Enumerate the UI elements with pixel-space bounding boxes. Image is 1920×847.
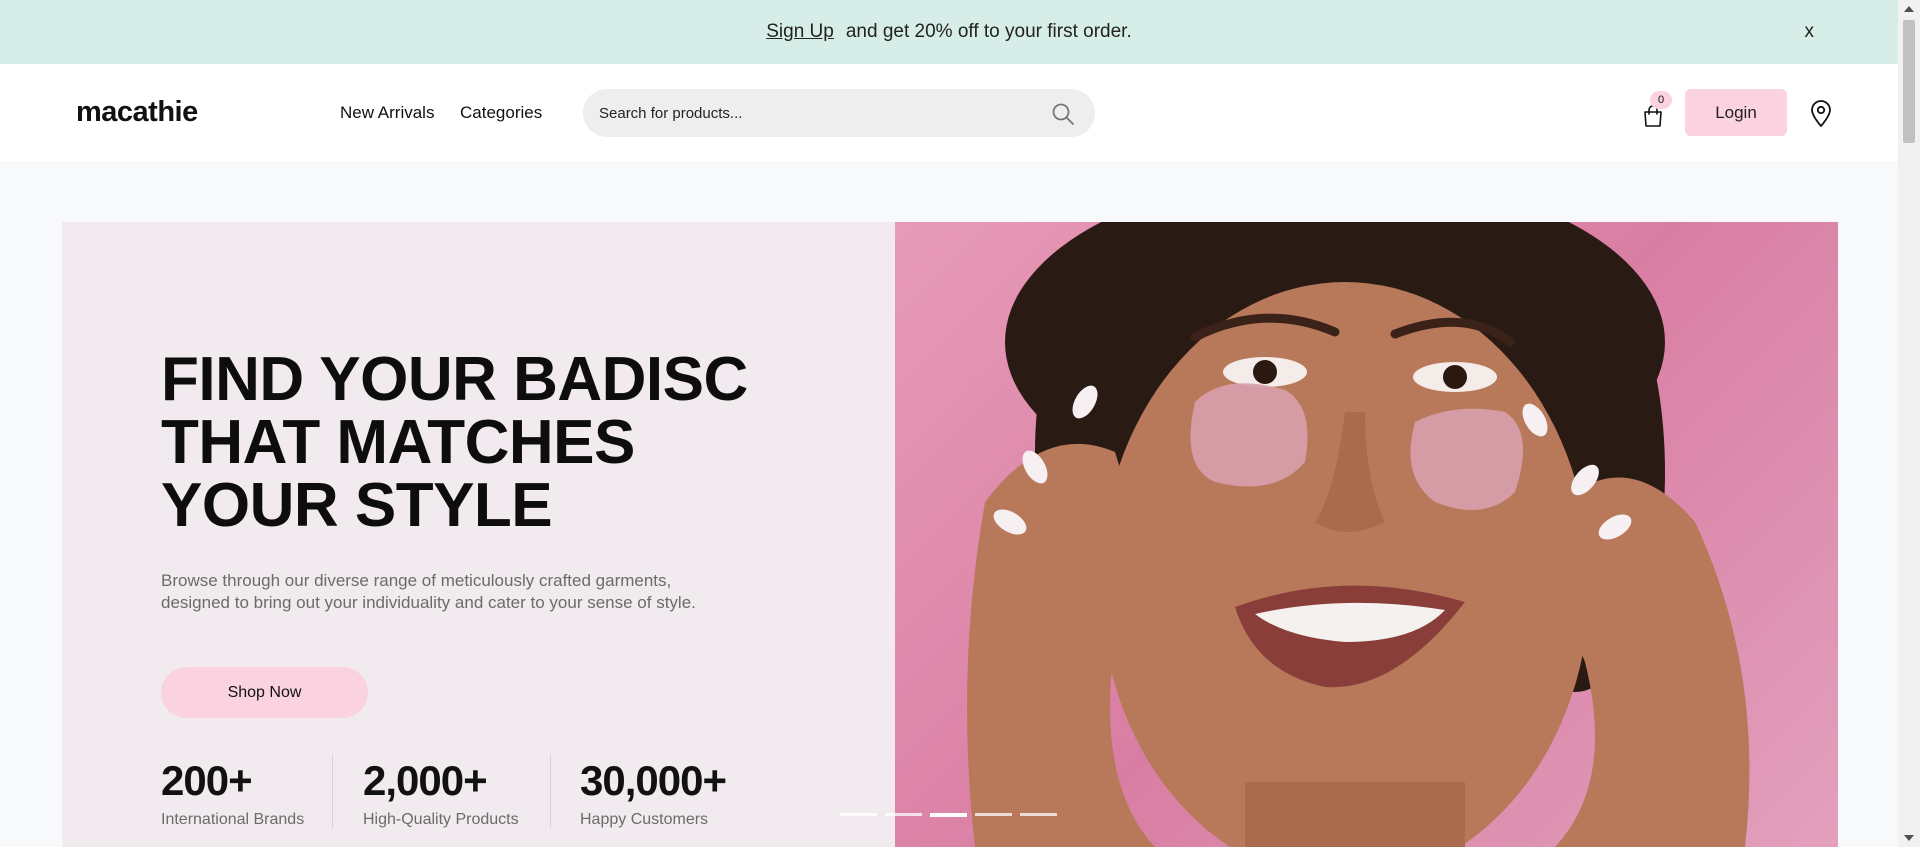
nav-new-arrivals[interactable]: New Arrivals: [340, 103, 434, 123]
hero-title-line: FIND YOUR BADISC: [161, 345, 748, 414]
stat-label: International Brands: [161, 811, 305, 828]
stat-value: 30,000+: [580, 757, 727, 804]
carousel-dot[interactable]: [975, 813, 1012, 816]
stat-customers: 30,000+ Happy Customers: [580, 757, 727, 829]
promo-banner: Sign Up and get 20% off to your first or…: [0, 0, 1898, 64]
stat-label: Happy Customers: [580, 811, 709, 828]
sign-up-link[interactable]: Sign Up: [766, 21, 834, 43]
stat-value: 2,000+: [363, 757, 488, 804]
cart-count-badge: 0: [1650, 91, 1672, 109]
close-promo-button[interactable]: x: [1805, 22, 1815, 41]
hero-illustration: [967, 222, 1750, 847]
search-input[interactable]: [599, 89, 1039, 137]
page-scrollbar[interactable]: [1898, 0, 1920, 847]
promo-text: and get 20% off to your first order.: [845, 21, 1132, 42]
search-bar: [583, 89, 1095, 137]
shop-now-button[interactable]: Shop Now: [161, 667, 368, 718]
carousel-dot[interactable]: [885, 813, 922, 816]
carousel-dot[interactable]: [840, 813, 877, 816]
hero-title-line: YOUR STYLE: [161, 471, 553, 540]
carousel-dot-active[interactable]: [930, 812, 967, 817]
stat-products: 2,000+ High-Quality Products: [363, 757, 519, 829]
scroll-down-arrow-icon[interactable]: [1904, 835, 1914, 841]
location-pin-icon[interactable]: [1808, 100, 1834, 128]
scroll-up-arrow-icon[interactable]: [1904, 6, 1914, 12]
hero-image: [895, 222, 1838, 847]
stat-divider: [332, 755, 333, 828]
hero-title-line: THAT MATCHES: [161, 408, 635, 477]
stat-label: High-Quality Products: [363, 811, 519, 828]
hero-title: FIND YOUR BADISC THAT MATCHES YOUR STYLE: [161, 348, 861, 537]
stat-divider: [550, 755, 551, 828]
carousel-indicators: [840, 812, 1057, 817]
scrollbar-thumb[interactable]: [1903, 20, 1915, 143]
carousel-dot[interactable]: [1020, 813, 1057, 816]
stat-value: 200+: [161, 757, 253, 804]
stat-brands: 200+ International Brands: [161, 757, 304, 829]
hero-section: FIND YOUR BADISC THAT MATCHES YOUR STYLE…: [62, 222, 1838, 847]
nav-categories[interactable]: Categories: [460, 103, 542, 123]
site-header: macathie New Arrivals Categories 0 Login: [0, 64, 1898, 161]
search-icon[interactable]: [1051, 102, 1075, 126]
logo[interactable]: macathie: [76, 96, 198, 129]
login-button[interactable]: Login: [1685, 89, 1787, 136]
hero-description: Browse through our diverse range of meti…: [161, 571, 696, 612]
